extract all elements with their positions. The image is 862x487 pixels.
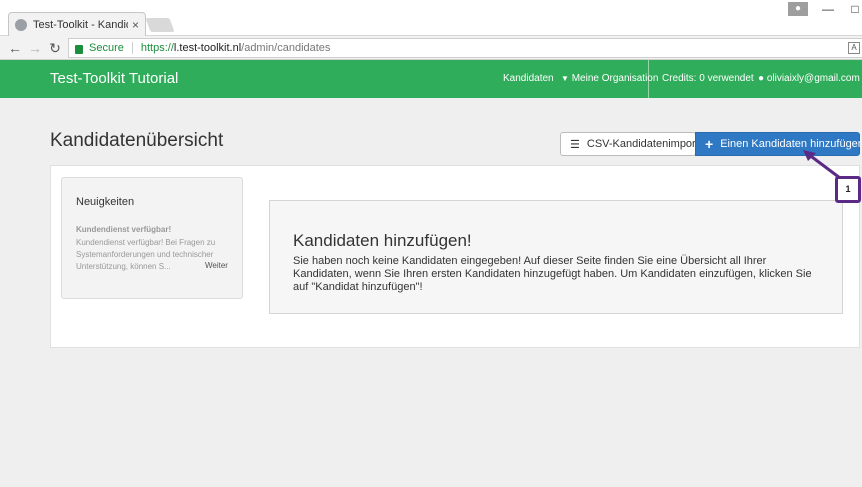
- url-scheme: https://: [140, 42, 174, 54]
- lock-icon: [75, 44, 83, 54]
- url-path: /admin/candidates: [241, 42, 331, 54]
- url-host: l.test-toolkit.nl: [173, 42, 242, 54]
- tab-close-icon[interactable]: ×: [132, 18, 139, 32]
- nav-divider: [648, 60, 649, 98]
- news-box: Neuigkeiten Kundendienst verfügbar! Kund…: [61, 177, 243, 299]
- news-more-link[interactable]: Weiter: [205, 261, 228, 270]
- url-input[interactable]: Secure https:// l.test-toolkit.nl /admin…: [68, 38, 862, 58]
- new-tab-button[interactable]: [145, 18, 175, 32]
- browser-tab[interactable]: Test-Toolkit - Kandidaten ×: [8, 12, 146, 36]
- brand-link[interactable]: Test-Toolkit Tutorial: [50, 70, 178, 87]
- maximize-icon[interactable]: □: [842, 0, 862, 20]
- empty-state-title: Kandidaten hinzufügen!: [293, 231, 472, 250]
- secure-label: Secure: [89, 42, 124, 54]
- app-navbar: Test-Toolkit Tutorial Kandidaten ▼ Meine…: [0, 60, 862, 98]
- back-icon[interactable]: ←: [6, 39, 24, 57]
- forward-icon[interactable]: →: [26, 39, 44, 57]
- nav-user-menu[interactable]: ● oliviaixly@gmail.com ▼: [758, 73, 862, 84]
- minimize-icon[interactable]: —: [815, 0, 841, 20]
- reload-icon[interactable]: ↻: [46, 39, 64, 57]
- favicon-icon: [15, 18, 27, 31]
- annotation-step-badge: 1: [835, 176, 861, 203]
- tab-title: Test-Toolkit - Kandidaten: [33, 18, 128, 31]
- nav-organisation[interactable]: ▼ Meine Organisation: [561, 73, 658, 84]
- empty-state-box: Kandidaten hinzufügen! Sie haben noch ke…: [269, 200, 843, 314]
- news-item-title[interactable]: Kundendienst verfügbar!: [76, 225, 171, 234]
- user-icon: ●: [758, 73, 765, 84]
- page-title: Kandidatenübersicht: [50, 130, 224, 151]
- list-icon: ☰: [570, 138, 580, 151]
- browser-tabbar: Test-Toolkit - Kandidaten × ● — □: [0, 0, 862, 36]
- credits-label: Credits: 0 verwendet: [662, 73, 754, 84]
- caret-down-icon: ▼: [561, 74, 569, 83]
- plus-icon: +: [705, 136, 714, 152]
- translate-icon[interactable]: A: [848, 42, 860, 54]
- user-email: oliviaixly@gmail.com: [766, 73, 860, 84]
- csv-import-label: CSV-Kandidatenimport: [586, 138, 699, 150]
- omnibox-divider: [131, 42, 133, 54]
- address-bar: ← → ↻ Secure https:// l.test-toolkit.nl …: [0, 36, 862, 60]
- nav-organisation-label: Meine Organisation: [571, 73, 659, 84]
- empty-state-text: Sie haben noch keine Kandidaten eingegeb…: [293, 255, 812, 293]
- csv-import-button[interactable]: ☰ CSV-Kandidatenimport: [560, 132, 699, 156]
- profile-icon[interactable]: ●: [788, 2, 808, 16]
- news-heading: Neuigkeiten: [76, 196, 135, 208]
- nav-candidates[interactable]: Kandidaten: [503, 73, 554, 84]
